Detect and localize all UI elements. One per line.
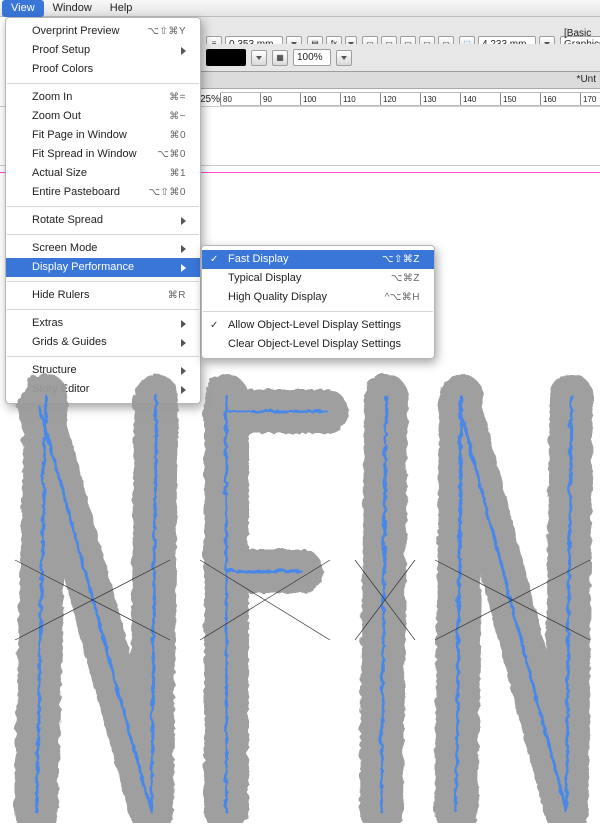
submenu-arrow-icon	[181, 47, 186, 55]
menu-item-zoom-out[interactable]: Zoom Out⌘−	[6, 107, 200, 126]
menu-item-zoom-in[interactable]: Zoom In⌘=	[6, 88, 200, 107]
zoom-field[interactable]: 100%	[293, 49, 331, 66]
menu-window[interactable]: Window	[44, 0, 101, 17]
ruler-tick: 100	[300, 93, 316, 105]
menu-item-hide-rulers[interactable]: Hide Rulers⌘R	[6, 286, 200, 305]
ruler-tick: 150	[500, 93, 516, 105]
swatch-caret-icon[interactable]	[251, 50, 267, 66]
artwork-svg	[0, 360, 600, 823]
ruler-tick: 140	[460, 93, 476, 105]
menu-item-rotate-spread[interactable]: Rotate Spread	[6, 211, 200, 230]
document-tab-bar: *Unt	[200, 72, 600, 89]
canvas-artwork	[0, 360, 600, 823]
submenu-arrow-icon	[181, 217, 186, 225]
menu-item-screen-mode[interactable]: Screen Mode	[6, 239, 200, 258]
menu-item-proof-setup[interactable]: Proof Setup	[6, 41, 200, 60]
submenu-item-allow-object-level[interactable]: ✓ Allow Object-Level Display Settings	[202, 316, 434, 335]
ruler-tick: 110	[340, 93, 356, 105]
menu-separator	[7, 234, 199, 235]
menu-item-fit-page[interactable]: Fit Page in Window⌘0	[6, 126, 200, 145]
menu-item-extras[interactable]: Extras	[6, 314, 200, 333]
submenu-arrow-icon	[181, 245, 186, 253]
menu-item-actual-size[interactable]: Actual Size⌘1	[6, 164, 200, 183]
menu-item-fit-spread[interactable]: Fit Spread in Window⌥⌘0	[6, 145, 200, 164]
opacity-icon: ▦	[272, 50, 288, 66]
ruler-tick: 90	[260, 93, 272, 105]
submenu-item-clear-object-level[interactable]: Clear Object-Level Display Settings	[202, 335, 434, 354]
menu-view[interactable]: View	[2, 0, 44, 17]
submenu-item-fast-display[interactable]: ✓ Fast Display⌥⇧⌘Z	[202, 250, 434, 269]
view-dropdown: Overprint Preview⌥⇧⌘Y Proof Setup Proof …	[5, 17, 201, 404]
submenu-item-high-quality-display[interactable]: High Quality Display^⌥⌘H	[202, 288, 434, 307]
menu-item-proof-colors[interactable]: Proof Colors	[6, 60, 200, 79]
ruler-tick: 160	[540, 93, 556, 105]
menu-help[interactable]: Help	[101, 0, 142, 17]
check-icon: ✓	[210, 318, 218, 333]
zoom-label: 25%	[200, 94, 220, 105]
horizontal-ruler[interactable]: 80 90 100 110 120 130 140 150 160 170	[220, 92, 600, 106]
menu-separator	[7, 281, 199, 282]
menu-item-overprint-preview[interactable]: Overprint Preview⌥⇧⌘Y	[6, 22, 200, 41]
submenu-arrow-icon	[181, 339, 186, 347]
menu-item-entire-pasteboard[interactable]: Entire Pasteboard⌥⇧⌘0	[6, 183, 200, 202]
control-panel-row2: ▦ 100%	[200, 44, 600, 72]
document-tab[interactable]: *Unt	[577, 74, 596, 85]
menu-separator	[7, 206, 199, 207]
ruler-tick: 120	[380, 93, 396, 105]
submenu-arrow-icon	[181, 320, 186, 328]
menubar: View Window Help	[0, 0, 600, 17]
menu-separator	[7, 83, 199, 84]
menu-separator	[203, 311, 433, 312]
check-icon: ✓	[210, 252, 218, 267]
ruler-tick: 170	[580, 93, 596, 105]
menu-separator	[7, 356, 199, 357]
zoom-caret-icon[interactable]	[336, 50, 352, 66]
submenu-arrow-icon	[181, 264, 186, 272]
menu-item-grids-guides[interactable]: Grids & Guides	[6, 333, 200, 352]
submenu-item-typical-display[interactable]: Typical Display⌥⌘Z	[202, 269, 434, 288]
menu-item-display-performance[interactable]: Display Performance	[6, 258, 200, 277]
swatch-black[interactable]	[206, 49, 246, 66]
menu-separator	[7, 309, 199, 310]
display-performance-submenu: ✓ Fast Display⌥⇧⌘Z Typical Display⌥⌘Z Hi…	[201, 245, 435, 359]
ruler-tick: 80	[220, 93, 232, 105]
ruler-tick: 130	[420, 93, 436, 105]
